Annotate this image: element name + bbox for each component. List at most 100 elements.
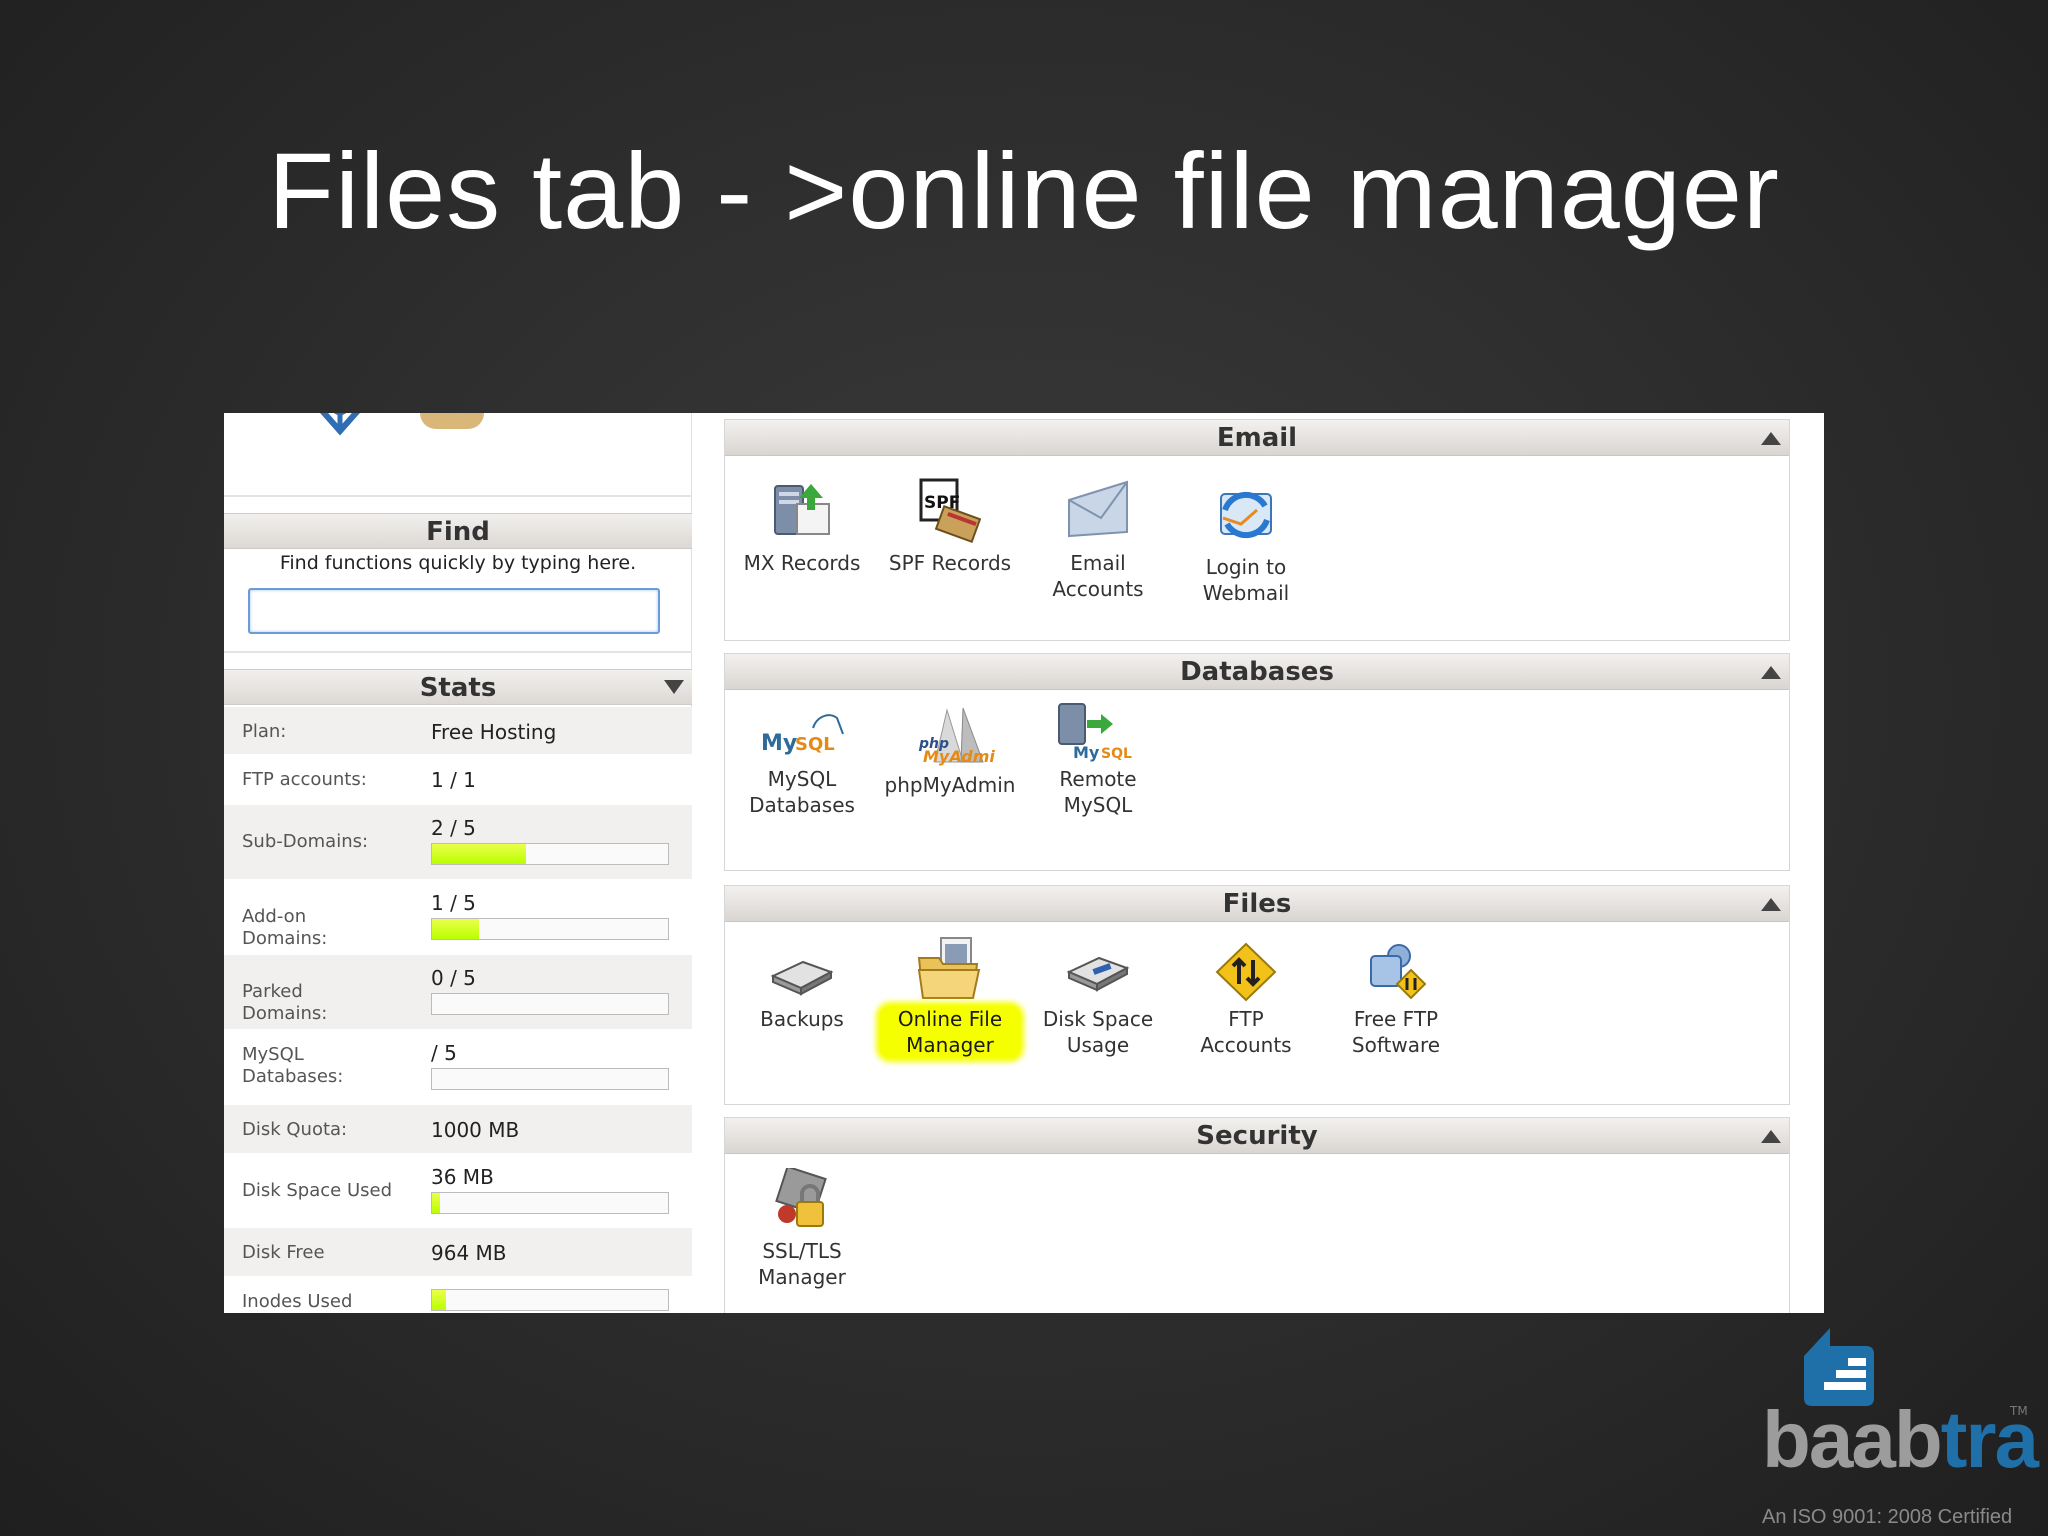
stat-value: 0 / 5 bbox=[431, 966, 476, 990]
security-panel: Security SSL/TLS Manager bbox=[724, 1117, 1790, 1313]
icon-label: Free FTP Software bbox=[1351, 1007, 1441, 1057]
remote-mysql-link[interactable]: My SQL Remote MySQL bbox=[1028, 700, 1168, 818]
usage-bar-fill bbox=[432, 919, 480, 939]
files-panel: Files Backups Online File Manager Disk S… bbox=[724, 885, 1790, 1105]
usage-bar-fill bbox=[432, 1290, 447, 1310]
collapse-arrow-icon[interactable] bbox=[1761, 666, 1781, 679]
icon-label: Online File Manager bbox=[880, 1006, 1020, 1058]
ftp-accounts-icon bbox=[1215, 942, 1277, 1002]
svg-text:SQL: SQL bbox=[795, 734, 835, 755]
stats-table: Plan: Free Hosting FTP accounts: 1 / 1 S… bbox=[224, 707, 692, 1313]
panel-title: Files bbox=[1222, 889, 1292, 919]
stat-row-mysql-databases: MySQL Databases: / 5 bbox=[224, 1030, 692, 1105]
files-panel-header[interactable]: Files bbox=[725, 886, 1789, 922]
panel-title: Security bbox=[1196, 1121, 1318, 1151]
cpanel-screenshot: Find Find functions quickly by typing he… bbox=[224, 413, 1824, 1313]
mx-records-link[interactable]: MX Records bbox=[732, 476, 872, 576]
icon-label: Email Accounts bbox=[1052, 551, 1144, 601]
icon-label: Backups bbox=[760, 1007, 844, 1031]
icon-label: MX Records bbox=[743, 551, 861, 575]
free-ftp-software-link[interactable]: Free FTP Software bbox=[1326, 942, 1466, 1058]
stat-row-subdomains: Sub-Domains: 2 / 5 bbox=[224, 805, 692, 880]
phpmyadmin-link[interactable]: php MyAdmin phpMyAdmin bbox=[880, 706, 1020, 798]
svg-text:SQL: SQL bbox=[1101, 746, 1132, 762]
usage-bar-fill bbox=[432, 1193, 441, 1213]
email-accounts-link[interactable]: Email Accounts bbox=[1028, 476, 1168, 602]
stat-label: Disk Space Used bbox=[242, 1180, 393, 1201]
icon-label: Disk Space Usage bbox=[1042, 1007, 1154, 1057]
stat-row-inodes-used: Inodes Used bbox=[224, 1277, 692, 1313]
databases-panel-header[interactable]: Databases bbox=[725, 654, 1789, 690]
panel-title: Databases bbox=[1180, 657, 1334, 687]
stat-value: 36 MB bbox=[431, 1165, 494, 1189]
panel-title: Email bbox=[1216, 423, 1298, 453]
stat-row-disk-free: Disk Free 964 MB bbox=[224, 1228, 692, 1277]
logo-accent-icon bbox=[420, 413, 484, 429]
stat-value: 2 / 5 bbox=[431, 816, 476, 840]
spf-records-icon: SPF bbox=[919, 478, 982, 544]
iso-certification: An ISO 9001: 2008 Certified bbox=[1762, 1506, 2013, 1528]
stat-label: MySQL Databases: bbox=[242, 1044, 344, 1087]
disk-space-usage-link[interactable]: Disk Space Usage bbox=[1028, 942, 1168, 1058]
ftp-software-icon bbox=[1370, 944, 1427, 1000]
trademark-mark: TM bbox=[2010, 1404, 2028, 1418]
stat-row-plan: Plan: Free Hosting bbox=[224, 707, 692, 755]
login-webmail-link[interactable]: Login to Webmail bbox=[1176, 480, 1316, 606]
spf-records-link[interactable]: SPF SPF Records bbox=[880, 476, 1020, 576]
left-sidebar: Find Find functions quickly by typing he… bbox=[224, 413, 692, 1313]
usage-bar bbox=[431, 1289, 669, 1311]
disk-usage-icon bbox=[1066, 956, 1130, 992]
brand-name-gray: baab bbox=[1762, 1395, 1943, 1484]
stat-label: Add-on Domains: bbox=[242, 906, 328, 949]
find-box-title: Find bbox=[224, 513, 692, 549]
email-accounts-icon bbox=[1068, 480, 1128, 538]
stat-label: Inodes Used bbox=[242, 1291, 353, 1312]
ssl-tls-manager-link[interactable]: SSL/TLS Manager bbox=[732, 1168, 872, 1290]
mysql-databases-link[interactable]: My SQL MySQL Databases bbox=[732, 706, 872, 818]
stat-value: 1 / 1 bbox=[431, 768, 476, 792]
icon-label: Login to Webmail bbox=[1202, 555, 1290, 605]
online-file-manager-link[interactable]: Online File Manager bbox=[880, 936, 1020, 1058]
phpmyadmin-icon: php MyAdmin bbox=[918, 707, 995, 766]
stat-row-disk-quota: Disk Quota: 1000 MB bbox=[224, 1105, 692, 1154]
icon-label: phpMyAdmin bbox=[884, 773, 1016, 797]
usage-bar-fill bbox=[432, 844, 527, 864]
collapse-arrow-icon[interactable] bbox=[664, 680, 684, 694]
divider bbox=[224, 651, 692, 653]
usage-bar bbox=[431, 843, 669, 865]
collapse-arrow-icon[interactable] bbox=[1761, 432, 1781, 445]
collapse-arrow-icon[interactable] bbox=[1761, 1130, 1781, 1143]
stat-label: Disk Free bbox=[242, 1242, 325, 1263]
databases-panel: Databases My SQL MySQL Databases php MyA… bbox=[724, 653, 1790, 871]
find-hint: Find functions quickly by typing here. bbox=[279, 552, 637, 574]
stat-value: 1000 MB bbox=[431, 1118, 520, 1142]
email-panel-header[interactable]: Email bbox=[725, 420, 1789, 456]
stat-row-disk-space-used: Disk Space Used 36 MB bbox=[224, 1154, 692, 1228]
brand-wordmark: baabtra bbox=[1762, 1394, 2039, 1486]
collapse-arrow-icon[interactable] bbox=[1761, 898, 1781, 911]
stats-box-header[interactable]: Stats bbox=[224, 669, 692, 705]
stat-label: Parked Domains: bbox=[242, 981, 328, 1024]
slide-title: Files tab - >online file manager bbox=[268, 130, 1780, 251]
ssl-tls-icon bbox=[775, 1168, 827, 1227]
security-panel-header[interactable]: Security bbox=[725, 1118, 1789, 1154]
icon-label: SSL/TLS Manager bbox=[758, 1239, 846, 1289]
webmail-icon bbox=[1220, 491, 1272, 539]
backups-link[interactable]: Backups bbox=[732, 942, 872, 1032]
usage-bar bbox=[431, 1068, 669, 1090]
icon-label: Remote MySQL bbox=[1059, 767, 1137, 817]
cpanel-logo-area bbox=[224, 413, 692, 497]
remote-mysql-icon: My SQL bbox=[1058, 703, 1132, 762]
ftp-accounts-link[interactable]: FTP Accounts bbox=[1176, 942, 1316, 1058]
file-manager-icon bbox=[917, 937, 981, 999]
usage-bar bbox=[431, 993, 669, 1015]
stat-row-parked-domains: Parked Domains: 0 / 5 bbox=[224, 955, 692, 1030]
backups-icon bbox=[770, 960, 834, 996]
icon-label: MySQL Databases bbox=[749, 767, 855, 817]
mysql-icon: My SQL bbox=[761, 714, 844, 756]
find-input[interactable] bbox=[248, 588, 660, 634]
stat-value: 1 / 5 bbox=[431, 891, 476, 915]
stat-row-addon-domains: Add-on Domains: 1 / 5 bbox=[224, 880, 692, 955]
stat-label: Disk Quota: bbox=[242, 1119, 348, 1140]
baabtra-logo: baabtra TM An ISO 9001: 2008 Certified bbox=[1752, 1326, 2048, 1536]
